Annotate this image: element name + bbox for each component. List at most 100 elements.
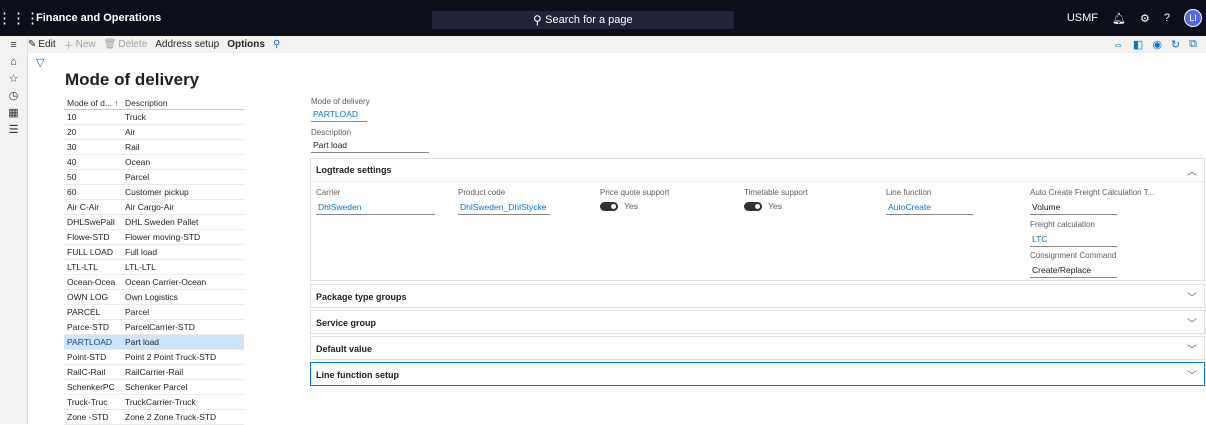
- cell-description: Flower moving-STD: [125, 232, 201, 242]
- table-row[interactable]: LTL-LTL LTL-LTL: [64, 260, 244, 275]
- options-button[interactable]: Options: [227, 39, 265, 50]
- cell-mode-code: 20: [67, 127, 77, 137]
- cell-mode-code: 40: [67, 157, 77, 167]
- column-header-description[interactable]: Description: [125, 98, 168, 108]
- table-row[interactable]: 50 Parcel: [64, 170, 244, 185]
- cell-description: ParcelCarrier-STD: [125, 322, 195, 332]
- cell-description: Ocean: [125, 157, 151, 167]
- refresh-icon[interactable]: ↻: [1171, 38, 1180, 51]
- fasttab-line-function-setup[interactable]: Line function setup ﹀: [310, 362, 1205, 386]
- workspaces-icon[interactable]: ▦: [0, 104, 27, 121]
- fasttab-service-title: Service group: [316, 317, 377, 328]
- table-row[interactable]: Zone -STD Zone 2 Zone Truck-STD: [64, 410, 244, 425]
- cell-description: Parcel: [125, 172, 150, 182]
- recent-icon[interactable]: ◷: [0, 87, 27, 104]
- freight-calculation-label: Freight calculation: [1030, 220, 1095, 229]
- modules-icon[interactable]: ☰: [0, 121, 27, 138]
- table-row[interactable]: 60 Customer pickup: [64, 185, 244, 200]
- settings-icon[interactable]: ⚙: [1140, 12, 1150, 25]
- consignment-command-field[interactable]: Create/Replace: [1030, 265, 1117, 278]
- cell-mode-code: 50: [67, 172, 77, 182]
- fasttab-package-title: Package type groups: [316, 291, 407, 302]
- table-row[interactable]: 30 Rail: [64, 140, 244, 155]
- app-title[interactable]: Finance and Operations: [36, 12, 161, 24]
- notification-icon[interactable]: 🔔︎: [1112, 12, 1126, 25]
- auto-create-group: Auto Create Freight Calculation T... Vol…: [1030, 188, 1190, 215]
- fasttab-package-type-groups[interactable]: Package type groups ﹀: [310, 284, 1205, 308]
- hamburger-menu-icon[interactable]: ≡: [0, 36, 27, 53]
- mode-of-delivery-field[interactable]: PARTLOAD: [311, 109, 367, 122]
- cell-mode-code: SchenkerPC: [67, 382, 115, 392]
- cell-description: TruckCarrier-Truck: [125, 397, 196, 407]
- address-setup-button[interactable]: Address setup: [155, 39, 219, 50]
- table-row[interactable]: PARTLOAD Part load: [64, 335, 244, 350]
- table-row[interactable]: 10 Truck: [64, 110, 244, 125]
- table-row[interactable]: PARCEL Parcel: [64, 305, 244, 320]
- table-row[interactable]: 40 Ocean: [64, 155, 244, 170]
- product-code-field[interactable]: DhlSweden_DhlStycke: [458, 202, 550, 215]
- column-header-mode[interactable]: Mode of d... ↑: [64, 98, 125, 108]
- avatar[interactable]: LI: [1184, 9, 1202, 27]
- freight-calculation-field[interactable]: LTC: [1030, 234, 1117, 247]
- chevron-down-icon: ﹀: [1187, 293, 1197, 304]
- search-icon: ⚲: [533, 13, 543, 27]
- fasttab-default-title: Default value: [316, 343, 373, 354]
- table-row[interactable]: Flowe-STD Flower moving-STD: [64, 230, 244, 245]
- freight-calculation-group: Freight calculation LTC: [1030, 220, 1190, 247]
- toggle-switch-icon: [600, 201, 618, 211]
- fasttab-logtrade-header[interactable]: Logtrade settings ︿: [311, 159, 1204, 182]
- table-row[interactable]: Parce-STD ParcelCarrier-STD: [64, 320, 244, 335]
- trash-icon: 🗑︎: [103, 39, 117, 50]
- connect-icon[interactable]: ⇔: [1113, 39, 1124, 51]
- cell-description: Rail: [125, 142, 140, 152]
- price-quote-toggle[interactable]: Yes: [600, 201, 710, 211]
- fasttab-logtrade-title: Logtrade settings: [316, 165, 392, 175]
- cell-mode-code: RailC-Rail: [67, 367, 106, 377]
- office-icon[interactable]: ◧: [1133, 38, 1143, 51]
- new-button[interactable]: ＋ New: [64, 37, 96, 52]
- description-field[interactable]: Part load: [311, 140, 429, 153]
- table-row[interactable]: RailC-Rail RailCarrier-Rail: [64, 365, 244, 380]
- company-picker[interactable]: USMF: [1067, 12, 1098, 24]
- filter-icon[interactable]: ▽: [36, 56, 44, 69]
- chevron-up-icon: ︿: [1187, 167, 1197, 178]
- action-search-icon[interactable]: ⚲: [273, 39, 280, 50]
- table-row[interactable]: OWN LOG Own Logistics: [64, 290, 244, 305]
- fasttab-service-group[interactable]: Service group ﹀: [310, 310, 1205, 334]
- favorites-icon[interactable]: ☆: [0, 70, 27, 87]
- cell-description: LTL-LTL: [125, 262, 156, 272]
- cell-description: Full load: [125, 247, 158, 257]
- plus-icon: ＋: [63, 41, 74, 52]
- line-function-field[interactable]: AutoCreate: [886, 202, 973, 215]
- table-row[interactable]: Point-STD Point 2 Point Truck-STD: [64, 350, 244, 365]
- open-new-window-icon[interactable]: ⧉: [1189, 38, 1197, 51]
- table-row[interactable]: Truck-Truc TruckCarrier-Truck: [64, 395, 244, 410]
- edit-button[interactable]: ✎ Edit: [28, 39, 56, 50]
- table-row[interactable]: 20 Air: [64, 125, 244, 140]
- table-row[interactable]: FULL LOAD Full load: [64, 245, 244, 260]
- carrier-field[interactable]: DhlSweden: [316, 202, 435, 215]
- power-apps-icon[interactable]: ◉: [1152, 38, 1162, 51]
- search-box[interactable]: ⚲ Search for a page: [432, 11, 734, 29]
- delete-button[interactable]: 🗑︎ Delete: [104, 39, 148, 50]
- cell-description: Parcel: [125, 307, 150, 317]
- cell-mode-code: OWN LOG: [67, 292, 109, 302]
- help-icon[interactable]: ?: [1164, 12, 1170, 24]
- search-placeholder: Search for a page: [545, 14, 633, 26]
- auto-create-field[interactable]: Volume: [1030, 202, 1117, 215]
- price-quote-group: Price quote support Yes: [600, 188, 710, 211]
- cell-mode-code: Flowe-STD: [67, 232, 110, 242]
- toggle-switch-icon: [744, 201, 762, 211]
- fasttab-default-value[interactable]: Default value ﹀: [310, 336, 1205, 360]
- fasttab-line-function-title: Line function setup: [316, 369, 399, 380]
- timetable-toggle[interactable]: Yes: [744, 201, 854, 211]
- app-launcher-icon[interactable]: ⋮⋮⋮: [0, 0, 40, 36]
- cell-description: Truck: [125, 112, 146, 122]
- table-row[interactable]: DHLSwePall DHL Sweden Pallet: [64, 215, 244, 230]
- table-row[interactable]: SchenkerPC Schenker Parcel: [64, 380, 244, 395]
- table-row[interactable]: Ocean-Ocea Ocean Carrier-Ocean: [64, 275, 244, 290]
- cell-mode-code: Truck-Truc: [67, 397, 108, 407]
- edit-label: Edit: [38, 39, 56, 50]
- table-row[interactable]: Air C-Air Air Cargo-Air: [64, 200, 244, 215]
- home-icon[interactable]: ⌂: [0, 53, 27, 70]
